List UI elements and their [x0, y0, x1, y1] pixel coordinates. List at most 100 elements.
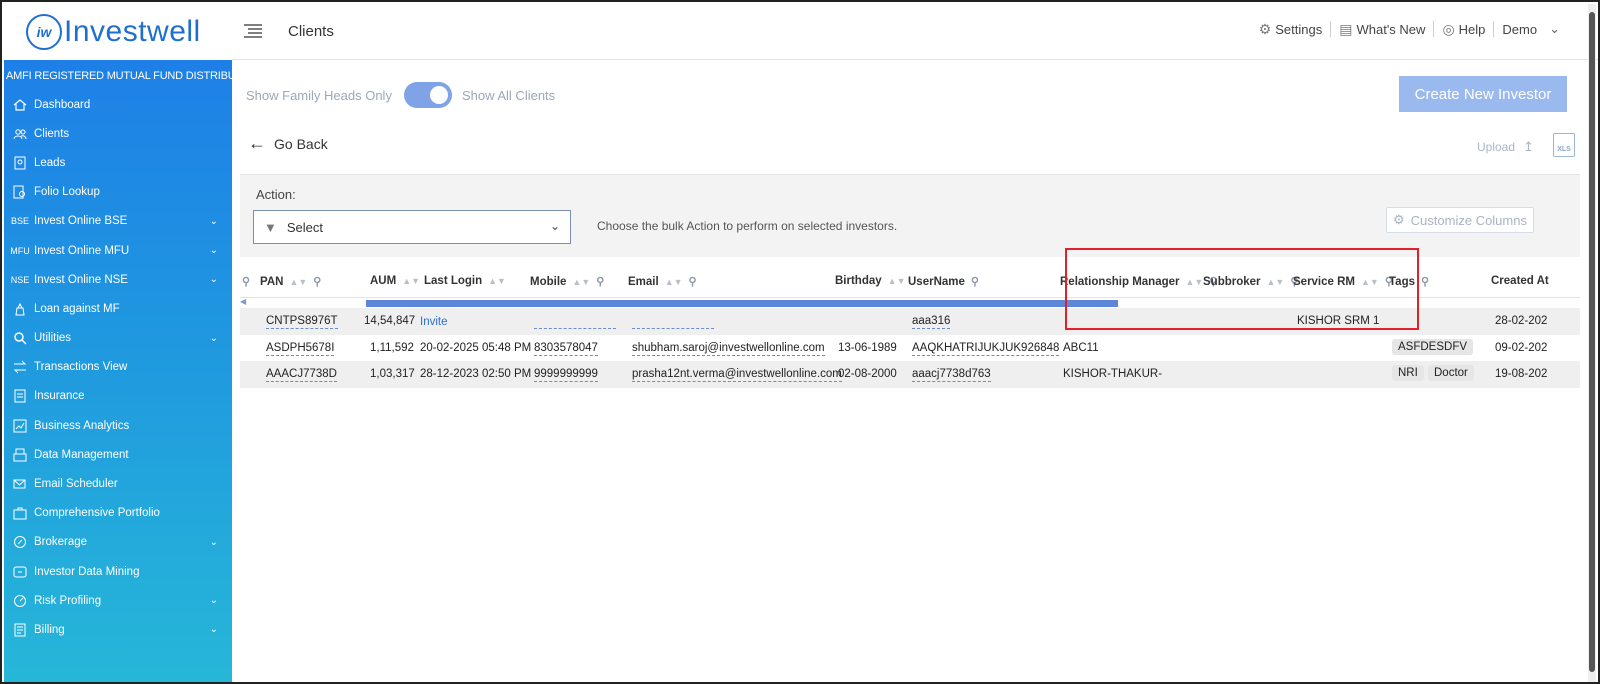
sidebar-item-loan-against-mf[interactable]: Loan against MF — [4, 294, 232, 323]
invite-link[interactable]: Invite — [420, 316, 448, 328]
col-birthday[interactable]: Birthday ▲▼ — [835, 275, 905, 287]
last-login-cell: 28-12-2023 02:50 PM — [420, 368, 532, 380]
sidebar-item-email-scheduler[interactable]: Email Scheduler — [4, 469, 232, 498]
vertical-scrollbar[interactable] — [1588, 4, 1596, 682]
rm-cell: ABC11 — [1063, 341, 1099, 354]
sidebar-item-business-analytics[interactable]: Business Analytics — [4, 411, 232, 440]
mobile-cell[interactable]: 8303578047 — [534, 342, 598, 356]
annotation-highlight-box — [1065, 248, 1419, 330]
settings-link[interactable]: ⚙ Settings — [1251, 21, 1332, 37]
sidebar-item-label: Loan against MF — [34, 302, 120, 315]
customize-columns-button[interactable]: ⚙ Customize Columns — [1386, 207, 1534, 233]
upload-link[interactable]: Upload ↥ — [1477, 139, 1534, 155]
username-cell[interactable]: AAQKHATRIJUKJUK926848 — [912, 342, 1060, 356]
chat-icon: ▤ — [1339, 20, 1353, 37]
col-last-login[interactable]: Last Login ▲▼ — [424, 275, 506, 287]
sidebar-item-risk-profiling[interactable]: Risk Profiling ⌄ — [4, 586, 232, 615]
email-empty-field[interactable] — [632, 328, 714, 329]
pan-cell[interactable]: CNTPS8976T — [266, 315, 338, 329]
logo-mark: iw — [26, 14, 62, 50]
billing-icon — [12, 623, 28, 637]
sidebar-item-transactions-view[interactable]: Transactions View — [4, 353, 232, 382]
sidebar-item-invest-online-mfu[interactable]: MFU Invest Online MFU ⌄ — [4, 236, 232, 265]
page-title: Clients — [288, 23, 334, 40]
whats-new-link[interactable]: ▤ What's New — [1331, 20, 1435, 37]
sidebar-item-label: Comprehensive Portfolio — [34, 507, 160, 520]
aum-cell: 1,11,592 — [370, 341, 414, 354]
user-menu[interactable]: Demo ⌄ — [1494, 21, 1568, 37]
col-username[interactable]: UserName ⚲ — [908, 275, 979, 289]
app-window: iw Investwell AMFI REGISTERED MUTUAL FUN… — [0, 0, 1600, 684]
utilities-icon — [12, 331, 28, 345]
chevron-down-icon: ⌄ — [209, 245, 218, 257]
mobile-empty-field[interactable] — [534, 328, 616, 329]
sidebar-item-invest-online-nse[interactable]: NSE Invest Online NSE ⌄ — [4, 265, 232, 294]
table-row[interactable]: AAACJ7738D 1,03,317 28-12-2023 02:50 PM … — [240, 361, 1580, 388]
sidebar-item-folio-lookup[interactable]: Folio Lookup — [4, 178, 232, 207]
sidebar-item-label: Investor Data Mining — [34, 565, 140, 578]
help-label: Help — [1458, 21, 1486, 37]
email-cell[interactable]: shubham.saroj@investwellonline.com — [632, 342, 825, 356]
col-created-at[interactable]: Created At — [1491, 275, 1549, 287]
email-icon — [12, 477, 28, 491]
sidebar-item-clients[interactable]: Clients — [4, 119, 232, 148]
chevron-down-icon: ⌄ — [209, 274, 218, 286]
sidebar-item-leads[interactable]: Leads — [4, 148, 232, 177]
username-cell[interactable]: aaacj7738d763 — [912, 368, 991, 382]
rm-cell: KISHOR-THAKUR- — [1063, 368, 1163, 380]
scroll-left-icon[interactable]: ◀ — [240, 297, 246, 306]
create-new-investor-button[interactable]: Create New Investor — [1399, 76, 1567, 112]
global-search-icon[interactable]: ⚲ — [242, 275, 250, 288]
search-icon: ⚲ — [688, 276, 697, 288]
insurance-icon — [12, 389, 28, 403]
birthday-cell: 02-08-2000 — [838, 368, 897, 380]
username-cell[interactable]: aaa316 — [912, 315, 951, 329]
aum-cell: 14,54,847 — [364, 315, 416, 327]
mining-icon — [12, 565, 28, 579]
pan-cell[interactable]: ASDPH5678I — [266, 342, 335, 356]
col-aum[interactable]: AUM ▲▼ — [370, 275, 420, 287]
tag-badge[interactable]: ASFDESDFV — [1392, 338, 1474, 355]
sidebar-item-comprehensive-portfolio[interactable]: Comprehensive Portfolio — [4, 499, 232, 528]
sidebar-item-data-management[interactable]: Data Management — [4, 440, 232, 469]
table-row[interactable]: ASDPH5678I 1,11,592 20-02-2025 05:48 PM … — [240, 335, 1580, 362]
col-mobile[interactable]: Mobile ▲▼ ⚲ — [530, 275, 604, 289]
sidebar-item-investor-data-mining[interactable]: Investor Data Mining — [4, 557, 232, 586]
sidebar-item-invest-online-bse[interactable]: BSE Invest Online BSE ⌄ — [4, 207, 232, 236]
go-back-label: Go Back — [274, 135, 328, 152]
sidebar-item-billing[interactable]: Billing ⌄ — [4, 615, 232, 644]
created-at-cell: 19-08-202 — [1495, 368, 1548, 380]
sidebar-nav: Dashboard Clients Leads Folio Lookup BSE… — [4, 90, 232, 645]
sidebar-item-label: Invest Online NSE — [34, 273, 128, 286]
bse-icon: BSE — [11, 216, 30, 227]
family-toggle-row: Show Family Heads Only Show All Clients — [246, 82, 555, 108]
col-pan[interactable]: PAN ▲▼ ⚲ — [260, 275, 321, 289]
chevron-down-icon: ⌄ — [209, 332, 218, 344]
select-value: Select — [286, 219, 324, 235]
user-name: Demo — [1502, 21, 1538, 37]
pan-cell[interactable]: AAACJ7738D — [266, 368, 337, 382]
sidebar-item-utilities[interactable]: Utilities ⌄ — [4, 324, 232, 353]
tag-badge[interactable]: NRI — [1392, 365, 1424, 381]
xls-download-icon[interactable]: XLS — [1553, 133, 1575, 157]
family-heads-toggle[interactable] — [403, 82, 452, 108]
mfu-icon: MFU — [10, 245, 30, 256]
sidebar: iw Investwell AMFI REGISTERED MUTUAL FUN… — [4, 4, 258, 682]
sidebar-item-insurance[interactable]: Insurance — [4, 382, 232, 411]
tag-badge[interactable]: Doctor — [1428, 365, 1474, 381]
sidebar-item-label: Email Scheduler — [34, 478, 118, 491]
sidebar-item-dashboard[interactable]: Dashboard — [4, 90, 232, 119]
go-back-link[interactable]: ← Go Back — [248, 133, 328, 154]
help-link[interactable]: ◎ Help — [1434, 21, 1495, 37]
sidebar-item-brokerage[interactable]: Brokerage ⌄ — [4, 528, 232, 557]
scrollbar-thumb[interactable] — [366, 300, 1118, 307]
col-email[interactable]: Email ▲▼ ⚲ — [628, 275, 697, 289]
mobile-cell[interactable]: 9999999999 — [534, 368, 598, 382]
email-cell[interactable]: prasha12nt.verma@investwellonline.com — [632, 368, 842, 382]
search-icon: ⚲ — [1421, 276, 1430, 288]
menu-toggle-icon[interactable] — [244, 24, 262, 38]
top-right-menu: ⚙ Settings ▤ What's New ◎ Help Demo ⌄ — [1251, 21, 1568, 37]
risk-icon — [12, 594, 28, 608]
bulk-action-select[interactable]: ▼ Select ⌄ — [253, 210, 571, 244]
brand-logo[interactable]: iw Investwell — [4, 4, 232, 60]
